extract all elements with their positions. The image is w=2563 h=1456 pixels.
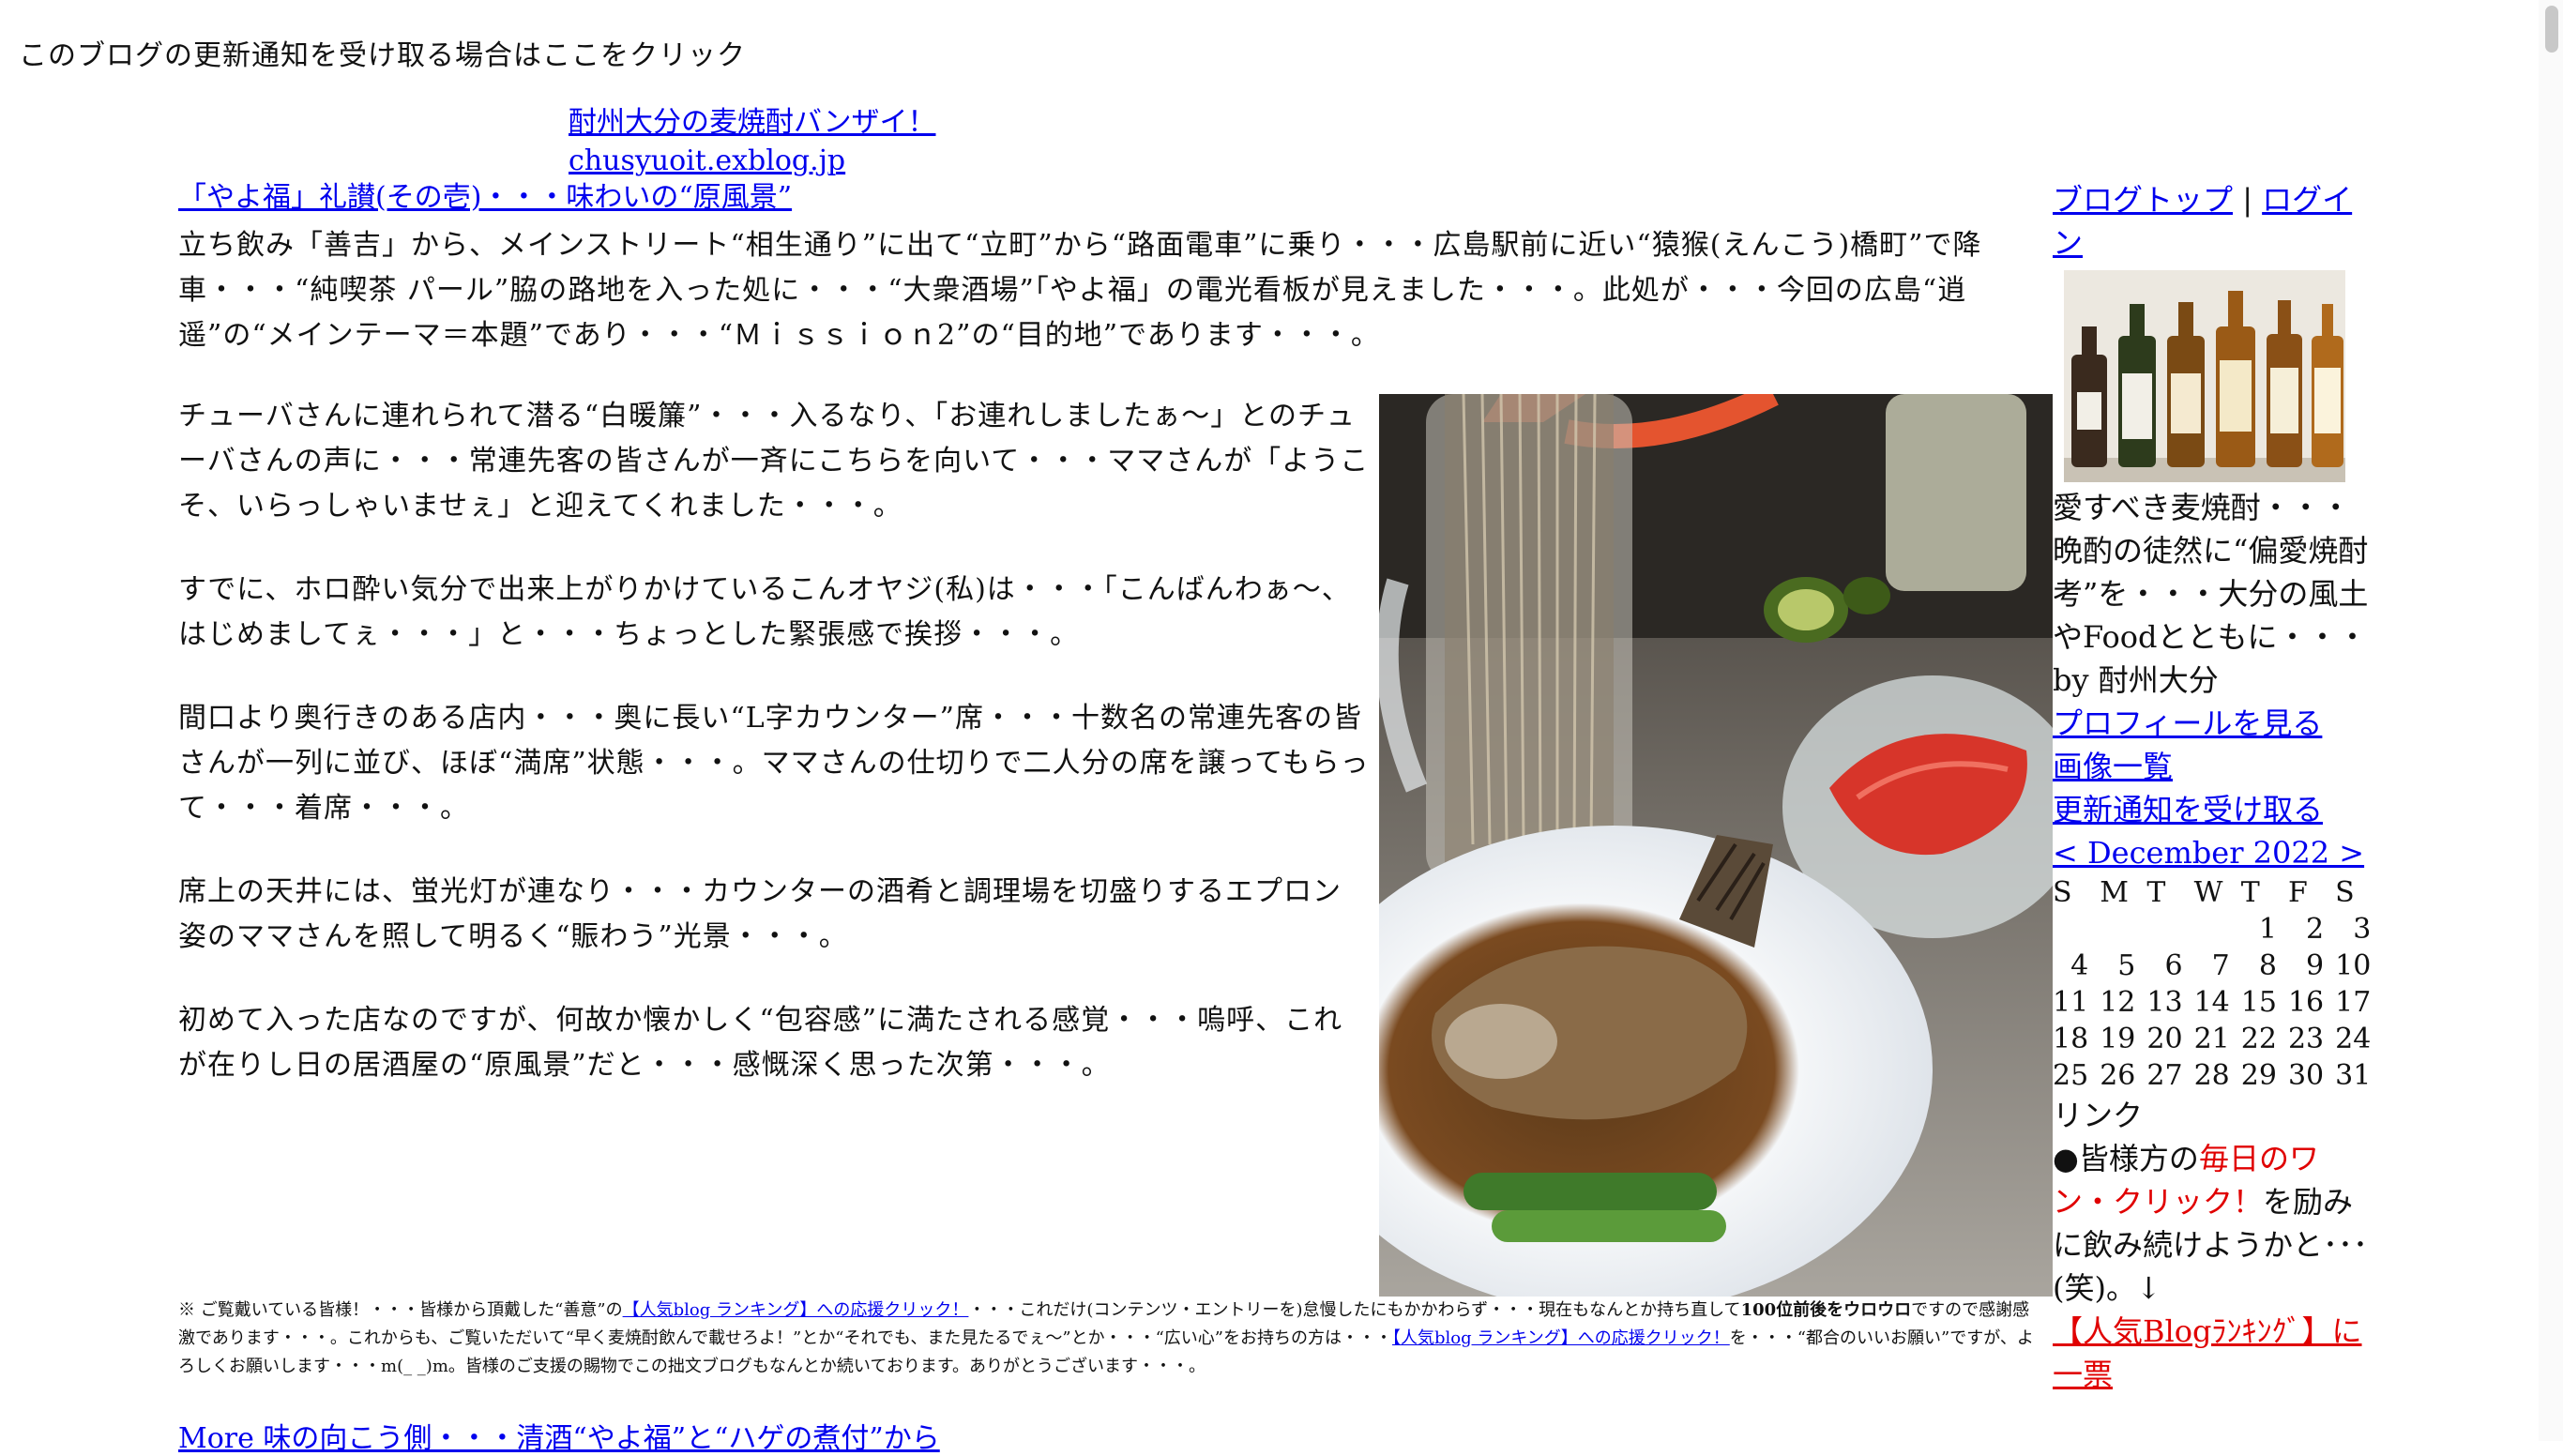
calendar-day: 22 <box>2240 1023 2277 1055</box>
more-link[interactable]: More 味の向こう側・・・清酒“やよ福”と“ハゲの煮付”から <box>178 1415 940 1456</box>
sidebar: ブログトップ | ログイン 愛すべき麦焼酎・・・晩酌の徒然に“偏愛焼酎考”を・・… <box>2053 178 2372 1396</box>
blog-author: by 酎州大分 <box>2053 662 2219 698</box>
update-notice-link[interactable]: このブログの更新通知を受け取る場合はここをクリック <box>19 32 746 73</box>
post-paragraph: チューバさんに連れられて潜る“白暖簾”・・・入るなり、「お連れしましたぁ～」との… <box>178 400 1370 523</box>
calendar-day: 18 <box>2053 1023 2089 1055</box>
calendar-day-header: F <box>2287 876 2308 909</box>
calendar-day: 4 <box>2070 949 2089 982</box>
post-lead-paragraph: 立ち飲み「善吉」から、メインストリート“相生通り”に出て“立町”から“路面電車”… <box>178 229 1982 352</box>
calendar-day: 9 <box>2306 949 2325 982</box>
image-list-link[interactable]: 画像一覧 <box>2053 745 2372 788</box>
calendar-day: 17 <box>2335 986 2372 1019</box>
calendar-day <box>2100 911 2146 948</box>
calendar-day: 15 <box>2240 986 2277 1019</box>
calendar-day: 8 <box>2258 949 2277 982</box>
calendar-day <box>2053 911 2100 948</box>
calendar-day: 13 <box>2146 986 2183 1019</box>
calendar-day: 20 <box>2146 1023 2183 1055</box>
calendar-day: 1 <box>2258 913 2277 946</box>
ranking-link[interactable]: 【人気blog ランキング】への応援クリック！ <box>623 1300 969 1320</box>
calendar-day: 12 <box>2100 986 2136 1019</box>
shochu-bottles-image[interactable] <box>2064 270 2345 482</box>
ranking-footnote: ※ ご覧戴いている皆様！・・・皆様から頂戴した“善意”の【人気blog ランキン… <box>178 1297 2036 1381</box>
subscribe-link[interactable]: 更新通知を受け取る <box>2053 788 2372 831</box>
calendar-day: 24 <box>2335 1023 2372 1055</box>
footnote-bold: 100位前後をウロウロ <box>1740 1300 1912 1320</box>
blog-description: 愛すべき麦焼酎・・・晩酌の徒然に“偏愛焼酎考”を・・・大分の風土やFoodととも… <box>2053 490 2369 655</box>
calendar-day-header: W <box>2193 876 2223 909</box>
calendar-day <box>2146 911 2193 948</box>
promo-prefix: ●皆様方の <box>2053 1141 2199 1176</box>
calendar-day: 3 <box>2353 913 2372 946</box>
calendar-day: 27 <box>2146 1059 2183 1092</box>
calendar-day-header: T <box>2240 876 2260 909</box>
calendar-day: 11 <box>2053 986 2089 1019</box>
calendar-day: 28 <box>2193 1059 2230 1092</box>
photo-illustration <box>1379 394 2053 1297</box>
calendar-day: 5 <box>2117 949 2136 982</box>
post-paragraph: 初めて入った店なのですが、何故か懐かしく“包容感”に満たされる感覚・・・嗚呼、こ… <box>178 1004 1343 1082</box>
promo-text: ●皆様方の毎日のワン・クリック！を励みに飲み続けようかと･･･(笑)。↓ <box>2053 1137 2372 1310</box>
calendar-day: 6 <box>2164 949 2183 982</box>
calendar-nav-link[interactable]: < December 2022 > <box>2053 831 2372 874</box>
blog-top-link[interactable]: ブログトップ <box>2053 182 2233 218</box>
post-paragraph: 席上の天井には、蛍光灯が連なり・・・カウンターの酒肴と調理場を切盛りするエプロン… <box>178 875 1342 953</box>
profile-link[interactable]: プロフィールを見る <box>2053 702 2372 745</box>
calendar-day: 25 <box>2053 1059 2089 1092</box>
calendar-day-header: T <box>2146 876 2166 909</box>
blog-title-link[interactable]: 酎州大分の麦焼酎バンザイ！ <box>569 106 936 139</box>
calendar-day: 30 <box>2287 1059 2325 1092</box>
ranking-vote-link[interactable]: 【人気Blogﾗﾝｷﾝｸﾞ】に一票 <box>2053 1313 2362 1392</box>
calendar-day-header: S <box>2053 876 2072 909</box>
calendar-day-header: M <box>2100 876 2129 909</box>
calendar-day: 19 <box>2100 1023 2136 1055</box>
calendar-day: 29 <box>2240 1059 2277 1092</box>
link-separator: | <box>2242 182 2252 218</box>
calendar-day-header: S <box>2335 876 2355 909</box>
links-heading: リンク <box>2053 1098 2144 1133</box>
calendar-day <box>2194 911 2241 948</box>
calendar: S M T W T F S 1 2 3 4 5 6 7 8 9 10 11 12… <box>2053 874 2382 1094</box>
scrollbar-thumb[interactable] <box>2545 6 2558 53</box>
page-scrollbar[interactable] <box>2539 0 2563 1441</box>
footnote-text: ※ ご覧戴いている皆様！・・・皆様から頂戴した“善意”の <box>178 1300 623 1320</box>
blog-header: 酎州大分の麦焼酎バンザイ！ chusyuoit.exblog.jp <box>569 103 936 180</box>
calendar-day: 23 <box>2287 1023 2325 1055</box>
post-body: チューバさんに連れられて潜る“白暖簾”・・・入るなり、「お連れしましたぁ～」との… <box>178 394 1370 1127</box>
footnote-text: ・・・これだけ(コンテンツ・エントリーを)怠慢したにもかかわらず・・・現在もなん… <box>968 1300 1741 1320</box>
calendar-day: 7 <box>2211 949 2230 982</box>
calendar-day: 10 <box>2335 949 2372 982</box>
post-paragraph: すでに、ホロ酔い気分で出来上がりかけているこんオヤジ(私)は・・・「こんばんわぁ… <box>178 573 1351 651</box>
sidebar-links: プロフィールを見る 画像一覧 更新通知を受け取る < December 2022… <box>2053 702 2372 874</box>
sidebar-top-links: ブログトップ | ログイン <box>2053 178 2372 265</box>
ranking-link[interactable]: 【人気blog ランキング】への応援クリック！ <box>1392 1328 1730 1348</box>
calendar-day: 31 <box>2335 1059 2372 1092</box>
post-header: 「やよ福」礼讃(その壱)・・・味わいの“原風景” 立ち飲み「善吉」から、メインス… <box>178 178 2053 358</box>
post-photo-simmered-fish[interactable] <box>1379 394 2053 1297</box>
calendar-day: 2 <box>2306 913 2325 946</box>
blog-url-link[interactable]: chusyuoit.exblog.jp <box>569 144 845 177</box>
calendar-day: 26 <box>2100 1059 2136 1092</box>
post-title-link[interactable]: 「やよ福」礼讃(その壱)・・・味わいの“原風景” <box>178 178 2053 218</box>
post-paragraph: 間口より奥行きのある店内・・・奥に長い“L字カウンター”席・・・十数名の常連先客… <box>178 702 1370 825</box>
calendar-day: 21 <box>2193 1023 2230 1055</box>
calendar-day: 14 <box>2193 986 2230 1019</box>
calendar-day: 16 <box>2287 986 2325 1019</box>
